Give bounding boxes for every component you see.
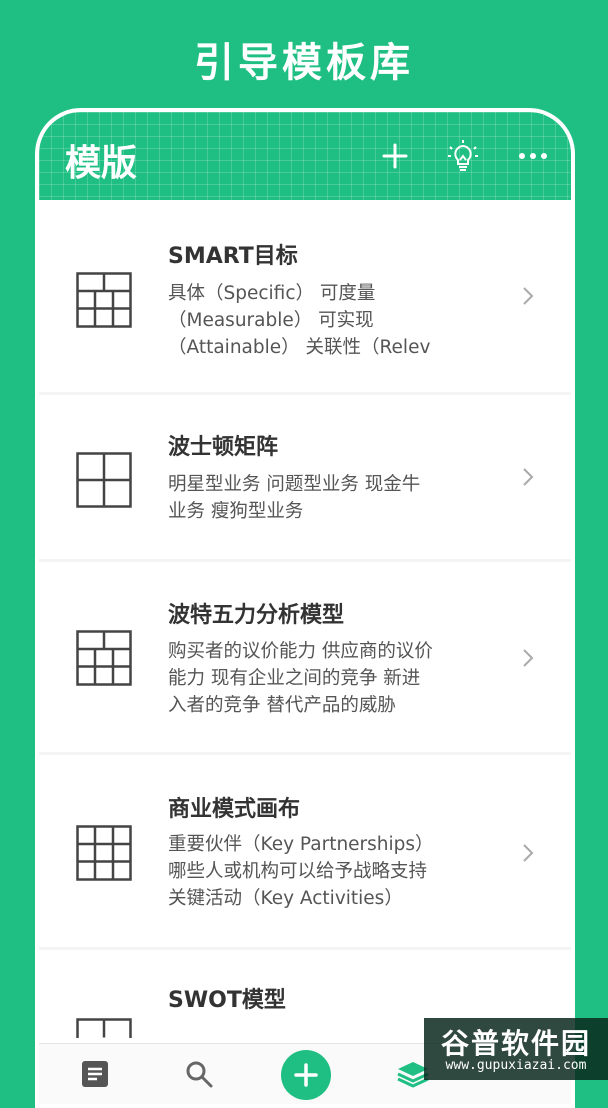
chevron-right-icon — [522, 286, 534, 310]
list-item[interactable]: 波士顿矩阵 明星型业务 问题型业务 现金牛 业务 瘦狗型业务 — [39, 395, 571, 559]
watermark-main: 谷普软件园 — [440, 1027, 591, 1060]
grid-icon — [76, 630, 132, 690]
chevron-right-icon — [522, 843, 534, 867]
template-description: 重要伙伴（Key Partnerships） 哪些人或机构可以给予战略支持 关键… — [168, 834, 434, 909]
notes-icon[interactable] — [73, 1052, 117, 1096]
grid-icon — [76, 452, 132, 512]
grid-icon — [76, 272, 132, 332]
page-title: 模版 — [65, 143, 138, 184]
template-description: 具体（Specific） 可度量 （Measurable） 可实现 （Attai… — [168, 283, 431, 358]
plus-icon[interactable] — [375, 136, 415, 176]
list-item[interactable]: SMART目标 具体（Specific） 可度量 （Measurable） 可实… — [39, 200, 571, 392]
template-title: 波特五力分析模型 — [168, 603, 345, 628]
list-item[interactable]: 商业模式画布 重要伙伴（Key Partnerships） 哪些人或机构可以给予… — [39, 755, 571, 947]
grid-icon — [76, 1018, 132, 1042]
watermark-logo: 谷普软件园 www.gupuxiazai.com — [424, 1018, 608, 1080]
template-title: SMART目标 — [168, 244, 298, 269]
search-icon[interactable] — [177, 1052, 221, 1096]
template-title: 波士顿矩阵 — [168, 435, 279, 460]
more-icon[interactable] — [513, 136, 553, 176]
chevron-right-icon — [522, 467, 534, 491]
template-description: 购买者的议价能力 供应商的议价 能力 现有企业之间的竞争 新进 入者的竞争 替代… — [168, 641, 433, 716]
template-title: SWOT模型 — [168, 988, 286, 1013]
template-list: SMART目标 具体（Specific） 可度量 （Measurable） 可实… — [39, 200, 571, 1070]
list-item[interactable]: 波特五力分析模型 购买者的议价能力 供应商的议价 能力 现有企业之间的竞争 新进… — [39, 562, 571, 752]
promo-title: 引导模板库 — [194, 40, 414, 86]
template-description: 明星型业务 问题型业务 现金牛 业务 瘦狗型业务 — [168, 474, 421, 522]
chevron-right-icon — [522, 648, 534, 672]
template-title: 商业模式画布 — [168, 797, 301, 822]
app-bar: 模版 — [39, 112, 571, 200]
add-icon[interactable] — [281, 1050, 331, 1100]
phone-frame: 模版 SMART目标 具体（Specific） 可度量 （Measurable）… — [35, 108, 575, 1108]
grid-icon — [76, 825, 132, 885]
lightbulb-icon[interactable] — [443, 136, 483, 176]
watermark-url: www.gupuxiazai.com — [445, 1058, 587, 1073]
